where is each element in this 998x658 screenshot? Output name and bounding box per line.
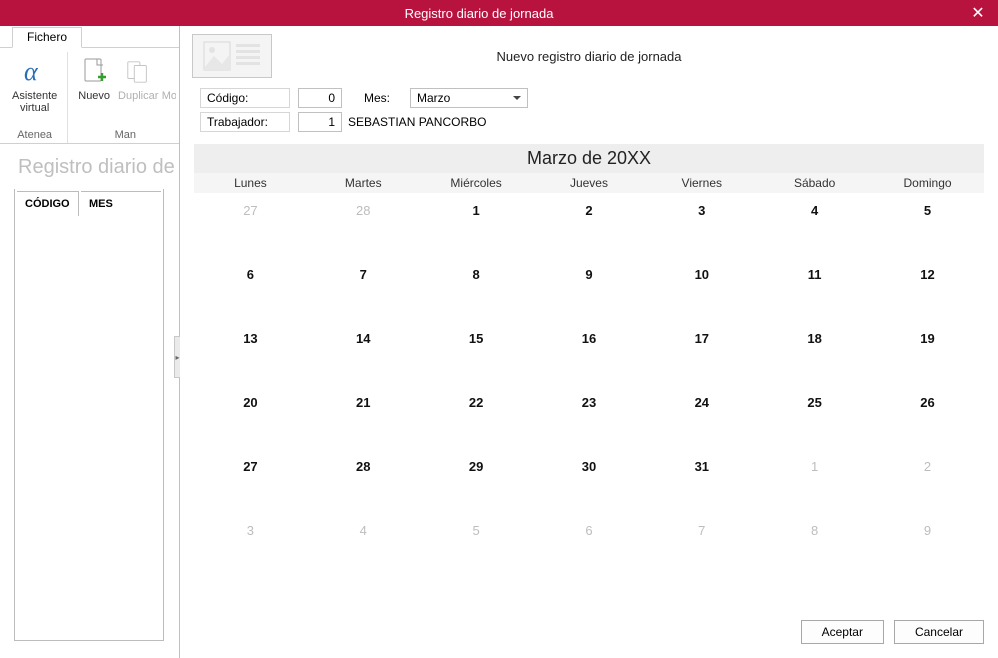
dialog-title: Nuevo registro diario de jornada xyxy=(292,49,986,64)
dialog-nuevo-registro: ▸ Nuevo registro diario de jornada Códig… xyxy=(179,26,998,658)
calendar-day: 9 xyxy=(871,513,984,577)
calendar-day: 1 xyxy=(758,449,871,513)
calendar-day: 7 xyxy=(645,513,758,577)
calendar-day: 8 xyxy=(758,513,871,577)
calendar-day[interactable]: 20 xyxy=(194,385,307,449)
calendar-day: 3 xyxy=(194,513,307,577)
calendar-day[interactable]: 9 xyxy=(533,257,646,321)
calendar-day[interactable]: 15 xyxy=(420,321,533,385)
calendar-day[interactable]: 23 xyxy=(533,385,646,449)
col-mes[interactable]: MES xyxy=(81,191,161,216)
calendar-day[interactable]: 22 xyxy=(420,385,533,449)
calendar-day: 27 xyxy=(194,193,307,257)
calendar-day[interactable]: 3 xyxy=(645,193,758,257)
calendar: Marzo de 20XX LunesMartesMiércolesJueves… xyxy=(180,140,998,610)
calendar-day[interactable]: 1 xyxy=(420,193,533,257)
calendar-day[interactable]: 18 xyxy=(758,321,871,385)
window-titlebar: Registro diario de jornada ✕ xyxy=(0,0,998,26)
weekday-header: Jueves xyxy=(533,173,646,193)
nuevo-button[interactable]: Nuevo xyxy=(74,52,114,104)
ribbon-group-mantenimiento: Nuevo Duplicar Mo Man xyxy=(68,52,182,143)
calendar-day[interactable]: 28 xyxy=(307,449,420,513)
calendar-day[interactable]: 21 xyxy=(307,385,420,449)
calendar-day[interactable]: 5 xyxy=(871,193,984,257)
calendar-day[interactable]: 19 xyxy=(871,321,984,385)
ribbon-group-label-man: Man xyxy=(115,129,136,143)
asistente-label-1: Asistente xyxy=(12,90,57,102)
svg-text:α: α xyxy=(24,57,39,86)
duplicar-label: Duplicar xyxy=(118,90,158,102)
ribbon-group-label-atenea: Atenea xyxy=(17,129,52,143)
calendar-day[interactable]: 31 xyxy=(645,449,758,513)
ribbon-group-atenea: α Asistente virtual Atenea xyxy=(2,52,68,143)
image-placeholder-icon xyxy=(192,34,272,78)
calendar-day[interactable]: 16 xyxy=(533,321,646,385)
calendar-day[interactable]: 24 xyxy=(645,385,758,449)
calendar-day: 2 xyxy=(871,449,984,513)
cancel-button[interactable]: Cancelar xyxy=(894,620,984,644)
calendar-day[interactable]: 26 xyxy=(871,385,984,449)
duplicate-icon xyxy=(125,54,151,90)
tab-fichero[interactable]: Fichero xyxy=(12,27,82,48)
edit-icon xyxy=(162,54,176,90)
trabajador-name: SEBASTIAN PANCORBO xyxy=(348,115,486,129)
close-icon[interactable]: ✕ xyxy=(958,0,998,26)
trabajador-num-input[interactable]: 1 xyxy=(298,112,342,132)
alpha-icon: α xyxy=(19,54,51,90)
weekday-header: Martes xyxy=(307,173,420,193)
codigo-input[interactable]: 0 xyxy=(298,88,342,108)
calendar-day[interactable]: 25 xyxy=(758,385,871,449)
calendar-day[interactable]: 30 xyxy=(533,449,646,513)
calendar-day[interactable]: 29 xyxy=(420,449,533,513)
calendar-day[interactable]: 10 xyxy=(645,257,758,321)
background-grid: CÓDIGO MES xyxy=(14,189,164,641)
weekday-header: Miércoles xyxy=(420,173,533,193)
label-codigo: Código: xyxy=(200,88,290,108)
calendar-day: 5 xyxy=(420,513,533,577)
weekday-header: Sábado xyxy=(758,173,871,193)
dialog-footer: Aceptar Cancelar xyxy=(180,610,998,658)
window-title: Registro diario de jornada xyxy=(0,6,958,21)
weekday-header: Viernes xyxy=(645,173,758,193)
calendar-grid: LunesMartesMiércolesJuevesViernesSábadoD… xyxy=(194,173,984,577)
label-mes: Mes: xyxy=(364,91,404,105)
col-codigo[interactable]: CÓDIGO xyxy=(17,191,79,216)
calendar-title: Marzo de 20XX xyxy=(194,144,984,173)
modificar-button-cut: Mo xyxy=(162,52,176,104)
grid-empty xyxy=(17,218,161,638)
duplicar-button: Duplicar xyxy=(114,52,162,104)
weekday-header: Domingo xyxy=(871,173,984,193)
calendar-day[interactable]: 2 xyxy=(533,193,646,257)
calendar-day: 4 xyxy=(307,513,420,577)
weekday-header: Lunes xyxy=(194,173,307,193)
calendar-day[interactable]: 12 xyxy=(871,257,984,321)
calendar-day[interactable]: 7 xyxy=(307,257,420,321)
m-label: Mo xyxy=(162,90,176,102)
nuevo-label: Nuevo xyxy=(78,90,110,102)
asistente-virtual-button[interactable]: α Asistente virtual xyxy=(8,52,61,116)
calendar-day[interactable]: 13 xyxy=(194,321,307,385)
mes-dropdown[interactable]: Marzo xyxy=(410,88,528,108)
asistente-label-2: virtual xyxy=(20,102,49,114)
calendar-day: 6 xyxy=(533,513,646,577)
calendar-day[interactable]: 8 xyxy=(420,257,533,321)
calendar-day: 28 xyxy=(307,193,420,257)
expand-handle-icon[interactable]: ▸ xyxy=(174,336,180,378)
mes-value: Marzo xyxy=(417,91,450,105)
form-area: Código: 0 Mes: Marzo Trabajador: 1 SEBAS… xyxy=(180,82,998,140)
new-doc-icon xyxy=(81,54,107,90)
calendar-day[interactable]: 27 xyxy=(194,449,307,513)
accept-button[interactable]: Aceptar xyxy=(801,620,884,644)
calendar-day[interactable]: 4 xyxy=(758,193,871,257)
calendar-day[interactable]: 14 xyxy=(307,321,420,385)
label-trabajador: Trabajador: xyxy=(200,112,290,132)
calendar-day[interactable]: 11 xyxy=(758,257,871,321)
calendar-day[interactable]: 6 xyxy=(194,257,307,321)
calendar-day[interactable]: 17 xyxy=(645,321,758,385)
